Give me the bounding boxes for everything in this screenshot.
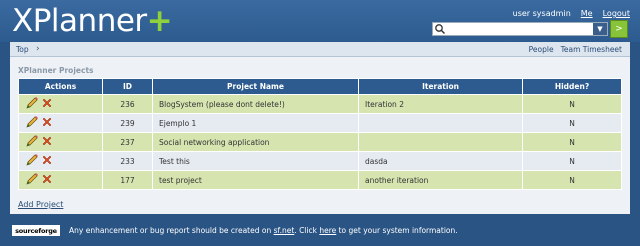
row-actions — [18, 151, 103, 171]
row-actions — [18, 113, 103, 133]
edit-icon[interactable] — [25, 96, 39, 112]
col-project-name[interactable]: Project Name — [152, 78, 359, 95]
cell-project-name[interactable]: BlogSystem (please dont delete!) — [152, 94, 359, 114]
col-iteration[interactable]: Iteration — [358, 78, 523, 95]
footer-text-1: Any enhancement or bug report should be … — [69, 226, 274, 235]
col-actions: Actions — [18, 78, 103, 95]
cell-id: 233 — [102, 151, 153, 171]
edit-icon[interactable] — [25, 153, 39, 169]
team-timesheet-link[interactable]: Team Timesheet — [561, 45, 622, 54]
delete-icon[interactable] — [41, 116, 53, 130]
cell-project-name[interactable]: Ejemplo 1 — [152, 113, 359, 133]
projects-table: Actions ID Project Name Iteration Hidden… — [18, 78, 622, 190]
cell-project-name[interactable]: test project — [152, 170, 359, 190]
app-logo[interactable]: XPlanner+ — [12, 3, 173, 39]
cell-hidden: N — [522, 132, 622, 152]
edit-icon[interactable] — [25, 172, 39, 188]
footer: sourceforge Any enhancement or bug repor… — [0, 222, 640, 240]
edit-icon[interactable] — [25, 115, 39, 131]
cell-hidden: N — [522, 94, 622, 114]
table-row: 239 Ejemplo 1 N — [18, 113, 622, 133]
table-row: 177 test project another iteration N — [18, 170, 622, 190]
cell-project-name[interactable]: Test this — [152, 151, 359, 171]
search-icon — [435, 24, 446, 35]
footer-text-2: . Click — [294, 226, 320, 235]
header: XPlanner+ user sysadmin Me Logout ▼ > — [0, 0, 640, 42]
search-dropdown-button[interactable]: ▼ — [593, 23, 607, 35]
table-row: 233 Test this dasda N — [18, 151, 622, 171]
nav-links: People Team Timesheet — [529, 45, 622, 54]
cell-iteration[interactable] — [358, 113, 523, 133]
cell-iteration[interactable] — [358, 132, 523, 152]
logo-plus: + — [146, 3, 173, 39]
table-header-row: Actions ID Project Name Iteration Hidden… — [18, 78, 622, 95]
chevron-down-icon: ▼ — [597, 25, 603, 33]
cell-id: 236 — [102, 94, 153, 114]
col-hidden[interactable]: Hidden? — [522, 78, 622, 95]
cell-hidden: N — [522, 170, 622, 190]
chevron-right-icon: › — [36, 44, 40, 54]
add-project-link[interactable]: Add Project — [18, 200, 63, 209]
footer-text-3: to get your system information. — [336, 226, 458, 235]
people-link[interactable]: People — [529, 45, 554, 54]
breadcrumb-top[interactable]: Top — [16, 45, 29, 54]
section-title: XPlanner Projects — [18, 66, 94, 75]
cell-hidden: N — [522, 113, 622, 133]
delete-icon[interactable] — [41, 97, 53, 111]
col-id[interactable]: ID — [102, 78, 153, 95]
cell-project-name[interactable]: Social networking application — [152, 132, 359, 152]
nav-bar: Top › People Team Timesheet — [10, 42, 630, 57]
row-actions — [18, 94, 103, 114]
cell-iteration[interactable]: Iteration 2 — [358, 94, 523, 114]
table-row: 237 Social networking application N — [18, 132, 622, 152]
logout-link[interactable]: Logout — [603, 9, 630, 18]
delete-icon[interactable] — [41, 154, 53, 168]
cell-hidden: N — [522, 151, 622, 171]
search-go-button[interactable]: > — [610, 20, 628, 38]
sf-net-link[interactable]: sf.net — [274, 226, 295, 235]
table-row: 236 BlogSystem (please dont delete!) Itera… — [18, 94, 622, 114]
me-link[interactable]: Me — [581, 9, 593, 18]
search-box: ▼ — [432, 22, 608, 36]
cell-id: 237 — [102, 132, 153, 152]
cell-id: 239 — [102, 113, 153, 133]
cell-iteration[interactable]: another iteration — [358, 170, 523, 190]
delete-icon[interactable] — [41, 135, 53, 149]
user-links: user sysadmin Me Logout — [513, 9, 630, 18]
user-label: user sysadmin — [512, 9, 571, 18]
cell-iteration[interactable]: dasda — [358, 151, 523, 171]
row-actions — [18, 132, 103, 152]
edit-icon[interactable] — [25, 134, 39, 150]
cell-id: 177 — [102, 170, 153, 190]
footer-text: Any enhancement or bug report should be … — [69, 226, 458, 235]
row-actions — [18, 170, 103, 190]
content-panel: XPlanner Projects Actions ID Project Nam… — [10, 57, 630, 214]
search-input[interactable] — [446, 23, 593, 35]
sourceforge-logo[interactable]: sourceforge — [12, 225, 60, 236]
delete-icon[interactable] — [41, 173, 53, 187]
here-link[interactable]: here — [319, 226, 336, 235]
logo-main: XPlanner — [12, 3, 147, 39]
